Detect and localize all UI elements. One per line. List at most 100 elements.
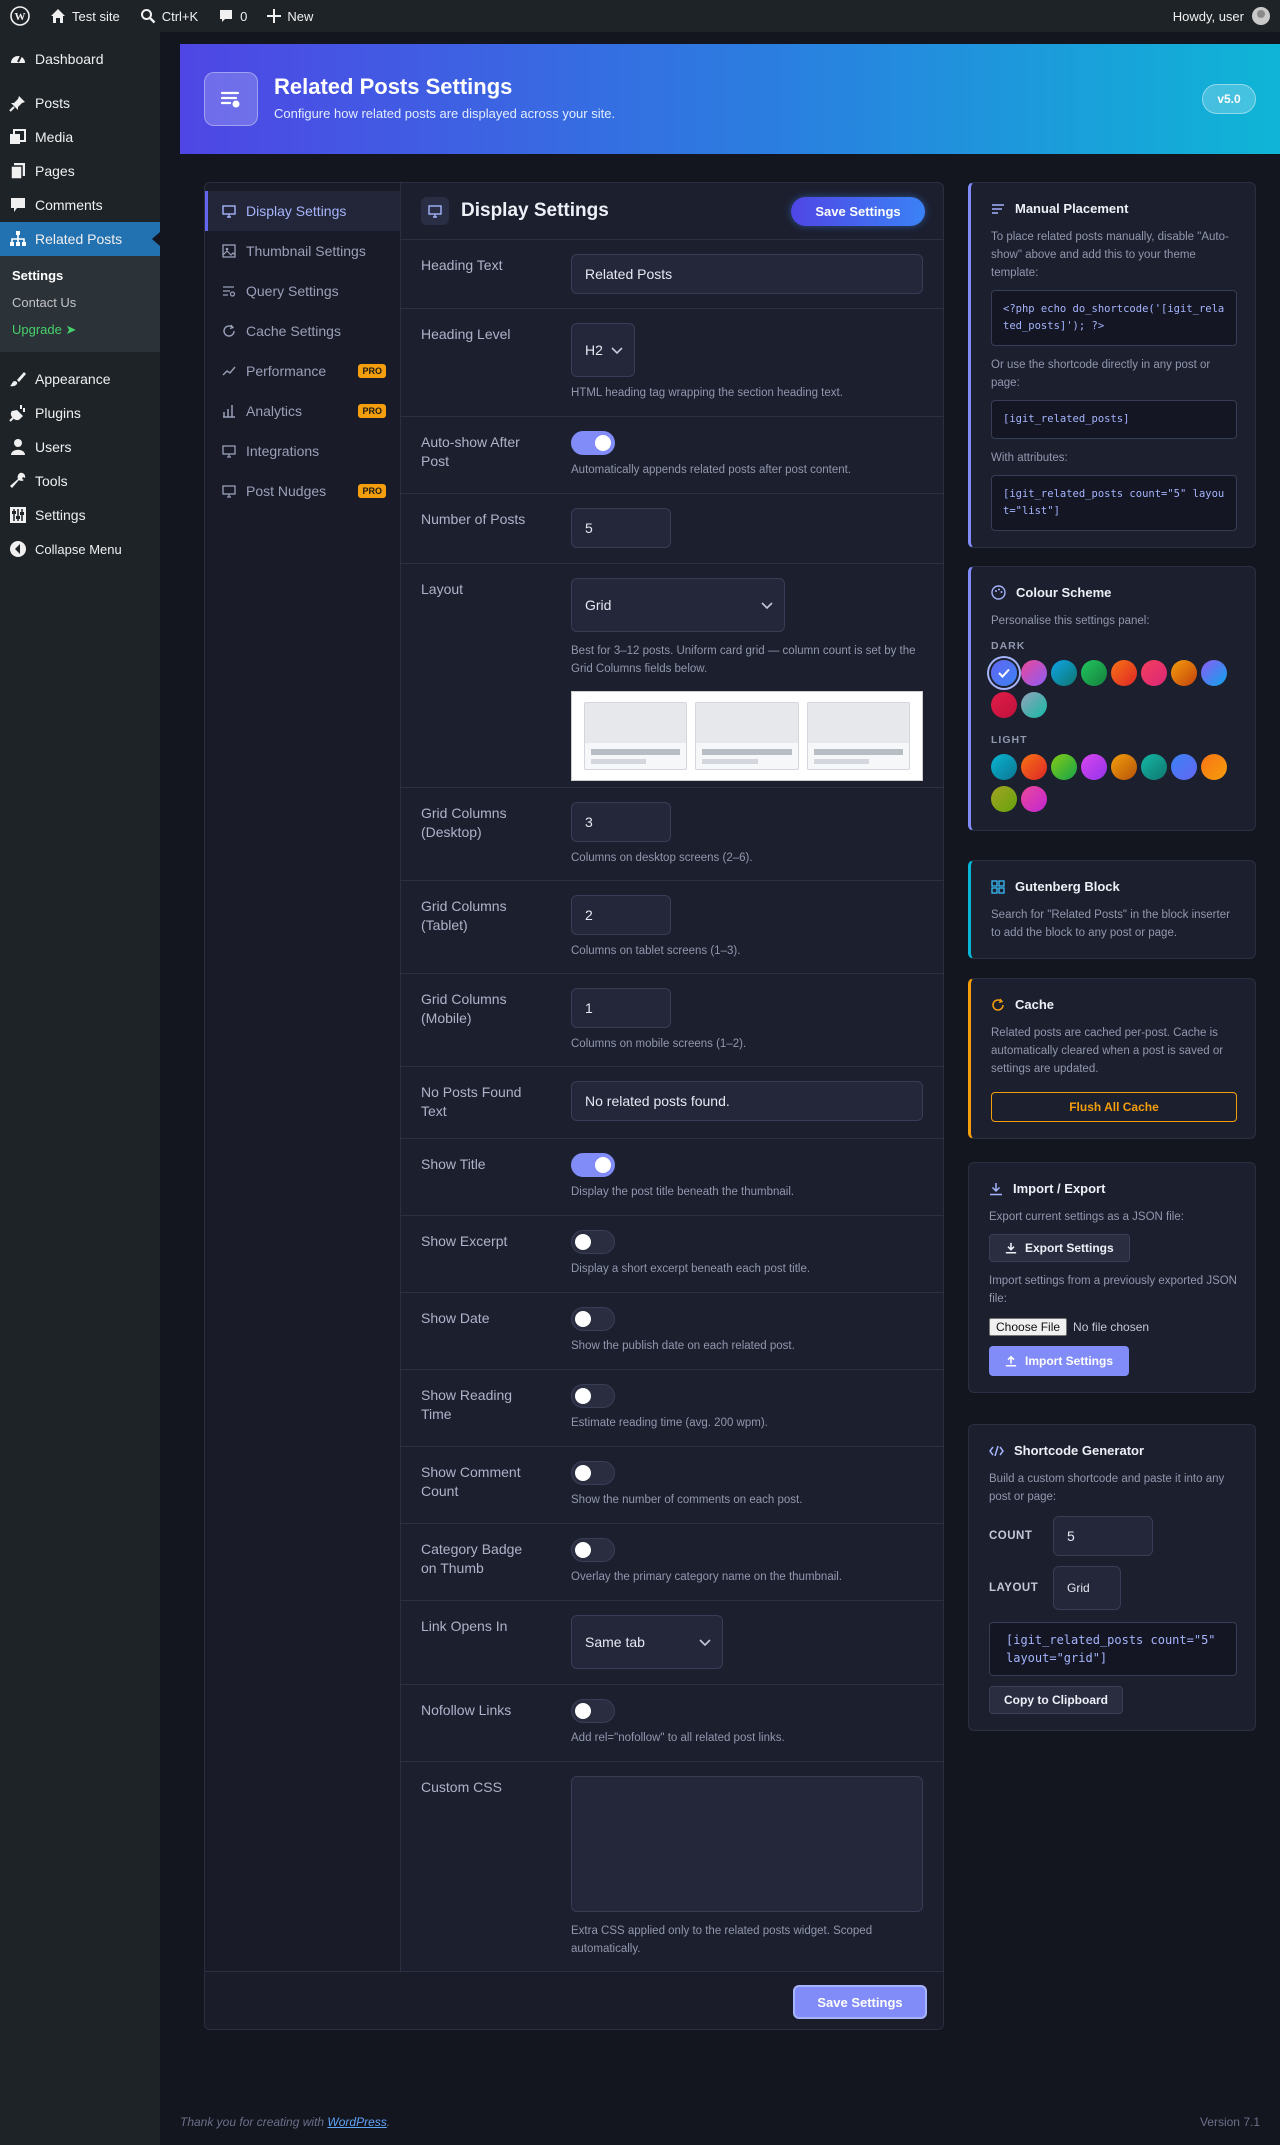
auto-show-toggle[interactable] <box>571 431 615 455</box>
collapse-menu-button[interactable]: Collapse Menu <box>0 532 160 566</box>
colour-swatch[interactable] <box>1201 754 1227 780</box>
sidebar-item-settings[interactable]: Settings <box>0 498 160 532</box>
flush-cache-button[interactable]: Flush All Cache <box>991 1092 1237 1122</box>
sidebar-item-posts[interactable]: Posts <box>0 86 160 120</box>
sidebar-item-media[interactable]: Media <box>0 120 160 154</box>
svg-text:W: W <box>15 11 26 23</box>
colour-swatch[interactable] <box>1021 660 1047 686</box>
sidebar-item-tools[interactable]: Tools <box>0 464 160 498</box>
tab-thumbnail-settings[interactable]: Thumbnail Settings <box>205 231 400 271</box>
no-posts-text-input[interactable]: No related posts found. <box>571 1081 923 1121</box>
heading-text-input[interactable]: Related Posts <box>571 254 923 294</box>
colour-swatch[interactable] <box>1081 754 1107 780</box>
list-search-icon <box>222 284 236 298</box>
shortcode-code[interactable]: [igit_related_posts] <box>991 400 1237 439</box>
tab-display-settings[interactable]: Display Settings <box>205 191 400 231</box>
sidebar-item-comments[interactable]: Comments <box>0 188 160 222</box>
sidebar-item-pages[interactable]: Pages <box>0 154 160 188</box>
import-settings-button[interactable]: Import Settings <box>989 1346 1130 1376</box>
show-title-toggle[interactable] <box>571 1153 615 1177</box>
wordpress-logo[interactable]: W <box>0 0 40 32</box>
save-settings-button[interactable]: Save Settings <box>791 197 925 226</box>
grid-desktop-input[interactable]: 3 <box>571 802 671 842</box>
submenu-settings[interactable]: Settings <box>0 262 160 289</box>
shortcode-attrs-code[interactable]: [igit_related_posts count="5" layout="li… <box>991 475 1237 531</box>
site-name-link[interactable]: Test site <box>40 0 130 32</box>
comments-link[interactable]: 0 <box>208 0 257 32</box>
export-settings-button[interactable]: Export Settings <box>989 1234 1130 1262</box>
colour-swatch[interactable] <box>1081 660 1107 686</box>
category-badge-toggle[interactable] <box>571 1538 615 1562</box>
sidebar-item-dashboard[interactable]: Dashboard <box>0 42 160 76</box>
field-help: HTML heading tag wrapping the section he… <box>571 387 843 399</box>
number-of-posts-input[interactable]: 5 <box>571 508 671 548</box>
colour-swatch[interactable] <box>1051 660 1077 686</box>
show-date-toggle[interactable] <box>571 1307 615 1331</box>
tab-post-nudges[interactable]: Post Nudges PRO <box>205 471 400 511</box>
count-input[interactable]: 5 <box>1053 1516 1153 1556</box>
tab-integrations[interactable]: Integrations <box>205 431 400 471</box>
php-code[interactable]: <?php echo do_shortcode('[igit_related_p… <box>991 290 1237 346</box>
show-excerpt-toggle[interactable] <box>571 1230 615 1254</box>
user-icon <box>9 438 27 456</box>
sidebar-item-label: Media <box>35 129 74 145</box>
sidebar-item-users[interactable]: Users <box>0 430 160 464</box>
tab-cache-settings[interactable]: Cache Settings <box>205 311 400 351</box>
colour-swatch[interactable] <box>1171 660 1197 686</box>
account-menu[interactable]: Howdy, user <box>1173 7 1280 25</box>
heading-level-select[interactable]: H2 <box>571 323 635 377</box>
sidebar-item-appearance[interactable]: Appearance <box>0 362 160 396</box>
colour-swatch[interactable] <box>1141 754 1167 780</box>
tab-query-settings[interactable]: Query Settings <box>205 271 400 311</box>
colour-swatch[interactable] <box>991 660 1017 686</box>
command-palette-link[interactable]: Ctrl+K <box>130 0 208 32</box>
wordpress-link[interactable]: WordPress <box>327 2115 386 2129</box>
gutenberg-card: Gutenberg Block Search for "Related Post… <box>968 860 1256 959</box>
choose-file-button[interactable]: Choose File <box>989 1318 1068 1336</box>
field-label: Number of Posts <box>421 511 526 527</box>
layout-select[interactable]: Grid <box>1053 1566 1121 1610</box>
submenu-contact-us[interactable]: Contact Us <box>0 289 160 316</box>
site-name: Test site <box>72 8 120 24</box>
monitor-icon <box>222 484 236 498</box>
dark-label: DARK <box>991 640 1026 652</box>
link-opens-select[interactable]: Same tab <box>571 1615 723 1669</box>
sidebar-item-plugins[interactable]: Plugins <box>0 396 160 430</box>
footer-thanks: Thank you for creating with <box>180 2115 328 2129</box>
colour-swatch[interactable] <box>1021 754 1047 780</box>
colour-swatch[interactable] <box>1201 660 1227 686</box>
nofollow-toggle[interactable] <box>571 1699 615 1723</box>
colour-swatch[interactable] <box>1171 754 1197 780</box>
colour-swatch[interactable] <box>1111 660 1137 686</box>
submenu-upgrade[interactable]: Upgrade ➤ <box>0 316 160 344</box>
show-reading-time-toggle[interactable] <box>571 1384 615 1408</box>
tab-performance[interactable]: Performance PRO <box>205 351 400 391</box>
colour-swatch[interactable] <box>991 692 1017 718</box>
save-settings-button-bottom[interactable]: Save Settings <box>793 1985 927 2019</box>
layout-label: LAYOUT <box>989 1582 1039 1594</box>
copy-to-clipboard-button[interactable]: Copy to Clipboard <box>989 1686 1123 1714</box>
tab-analytics[interactable]: Analytics PRO <box>205 391 400 431</box>
new-content-link[interactable]: New <box>257 0 323 32</box>
card-title: Cache <box>1015 997 1055 1012</box>
sidebar-item-label: Settings <box>35 507 86 523</box>
show-comment-count-toggle[interactable] <box>571 1461 615 1485</box>
grid-tablet-input[interactable]: 2 <box>571 895 671 935</box>
colour-swatch[interactable] <box>991 786 1017 812</box>
shortcode-output[interactable]: [igit_related_posts count="5" layout="gr… <box>989 1622 1237 1676</box>
colour-swatch[interactable] <box>1051 754 1077 780</box>
page-subtitle: Configure how related posts are displaye… <box>274 106 616 121</box>
pages-icon <box>9 162 27 180</box>
custom-css-textarea[interactable] <box>571 1776 923 1912</box>
layout-select[interactable]: Grid <box>571 578 785 632</box>
colour-swatch[interactable] <box>1021 692 1047 718</box>
colour-swatch[interactable] <box>1111 754 1137 780</box>
colour-swatch[interactable] <box>1141 660 1167 686</box>
colour-swatch[interactable] <box>991 754 1017 780</box>
tab-label: Cache Settings <box>246 323 341 339</box>
sidebar-item-related-posts[interactable]: Related Posts <box>0 222 160 256</box>
select-value: Grid <box>585 597 612 613</box>
heading-text-row: Heading Text Related Posts <box>401 240 943 309</box>
colour-swatch[interactable] <box>1021 786 1047 812</box>
grid-mobile-input[interactable]: 1 <box>571 988 671 1028</box>
